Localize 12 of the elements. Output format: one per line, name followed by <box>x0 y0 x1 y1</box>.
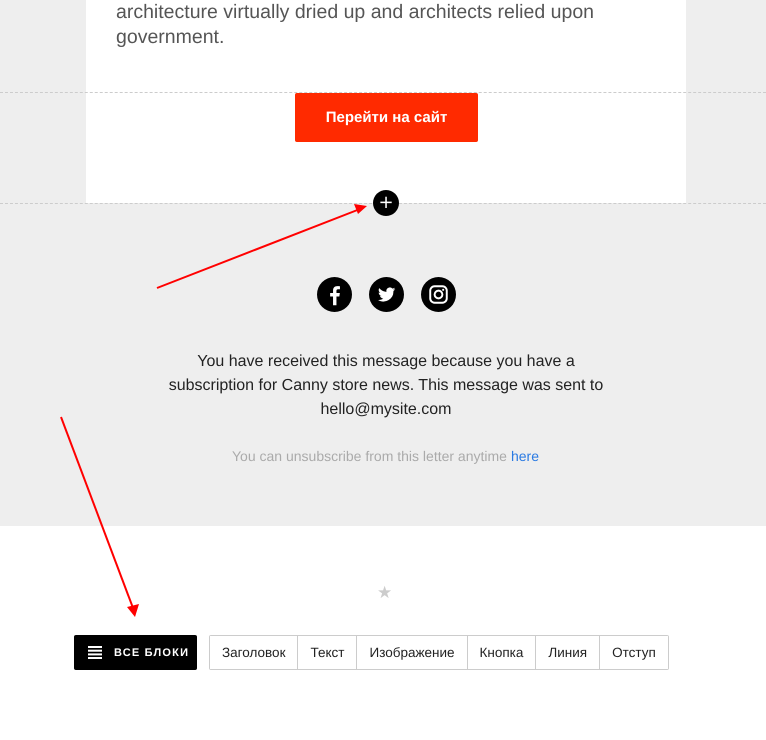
block-button[interactable]: Отступ <box>599 636 668 669</box>
facebook-icon[interactable] <box>317 277 352 312</box>
add-block-button[interactable]: + <box>373 190 399 216</box>
article-text: architecture virtually dried up and architects relied upon government. <box>115 0 596 50</box>
menu-icon <box>88 646 102 659</box>
all-blocks-button[interactable]: ВСЕ БЛОКИ <box>74 635 197 670</box>
cta-button[interactable]: Перейти на сайт <box>295 93 478 142</box>
bird-icon[interactable] <box>369 277 404 312</box>
unsubscribe-text: You can unsubscribe from this letter anytime <box>232 448 507 464</box>
unsubscribe-link[interactable]: here <box>510 448 539 464</box>
camera-icon[interactable] <box>421 277 456 312</box>
footer-message: You have received this message because you have a subscription for Canny store news. This message was sent to hello@mysite.com <box>168 352 604 420</box>
